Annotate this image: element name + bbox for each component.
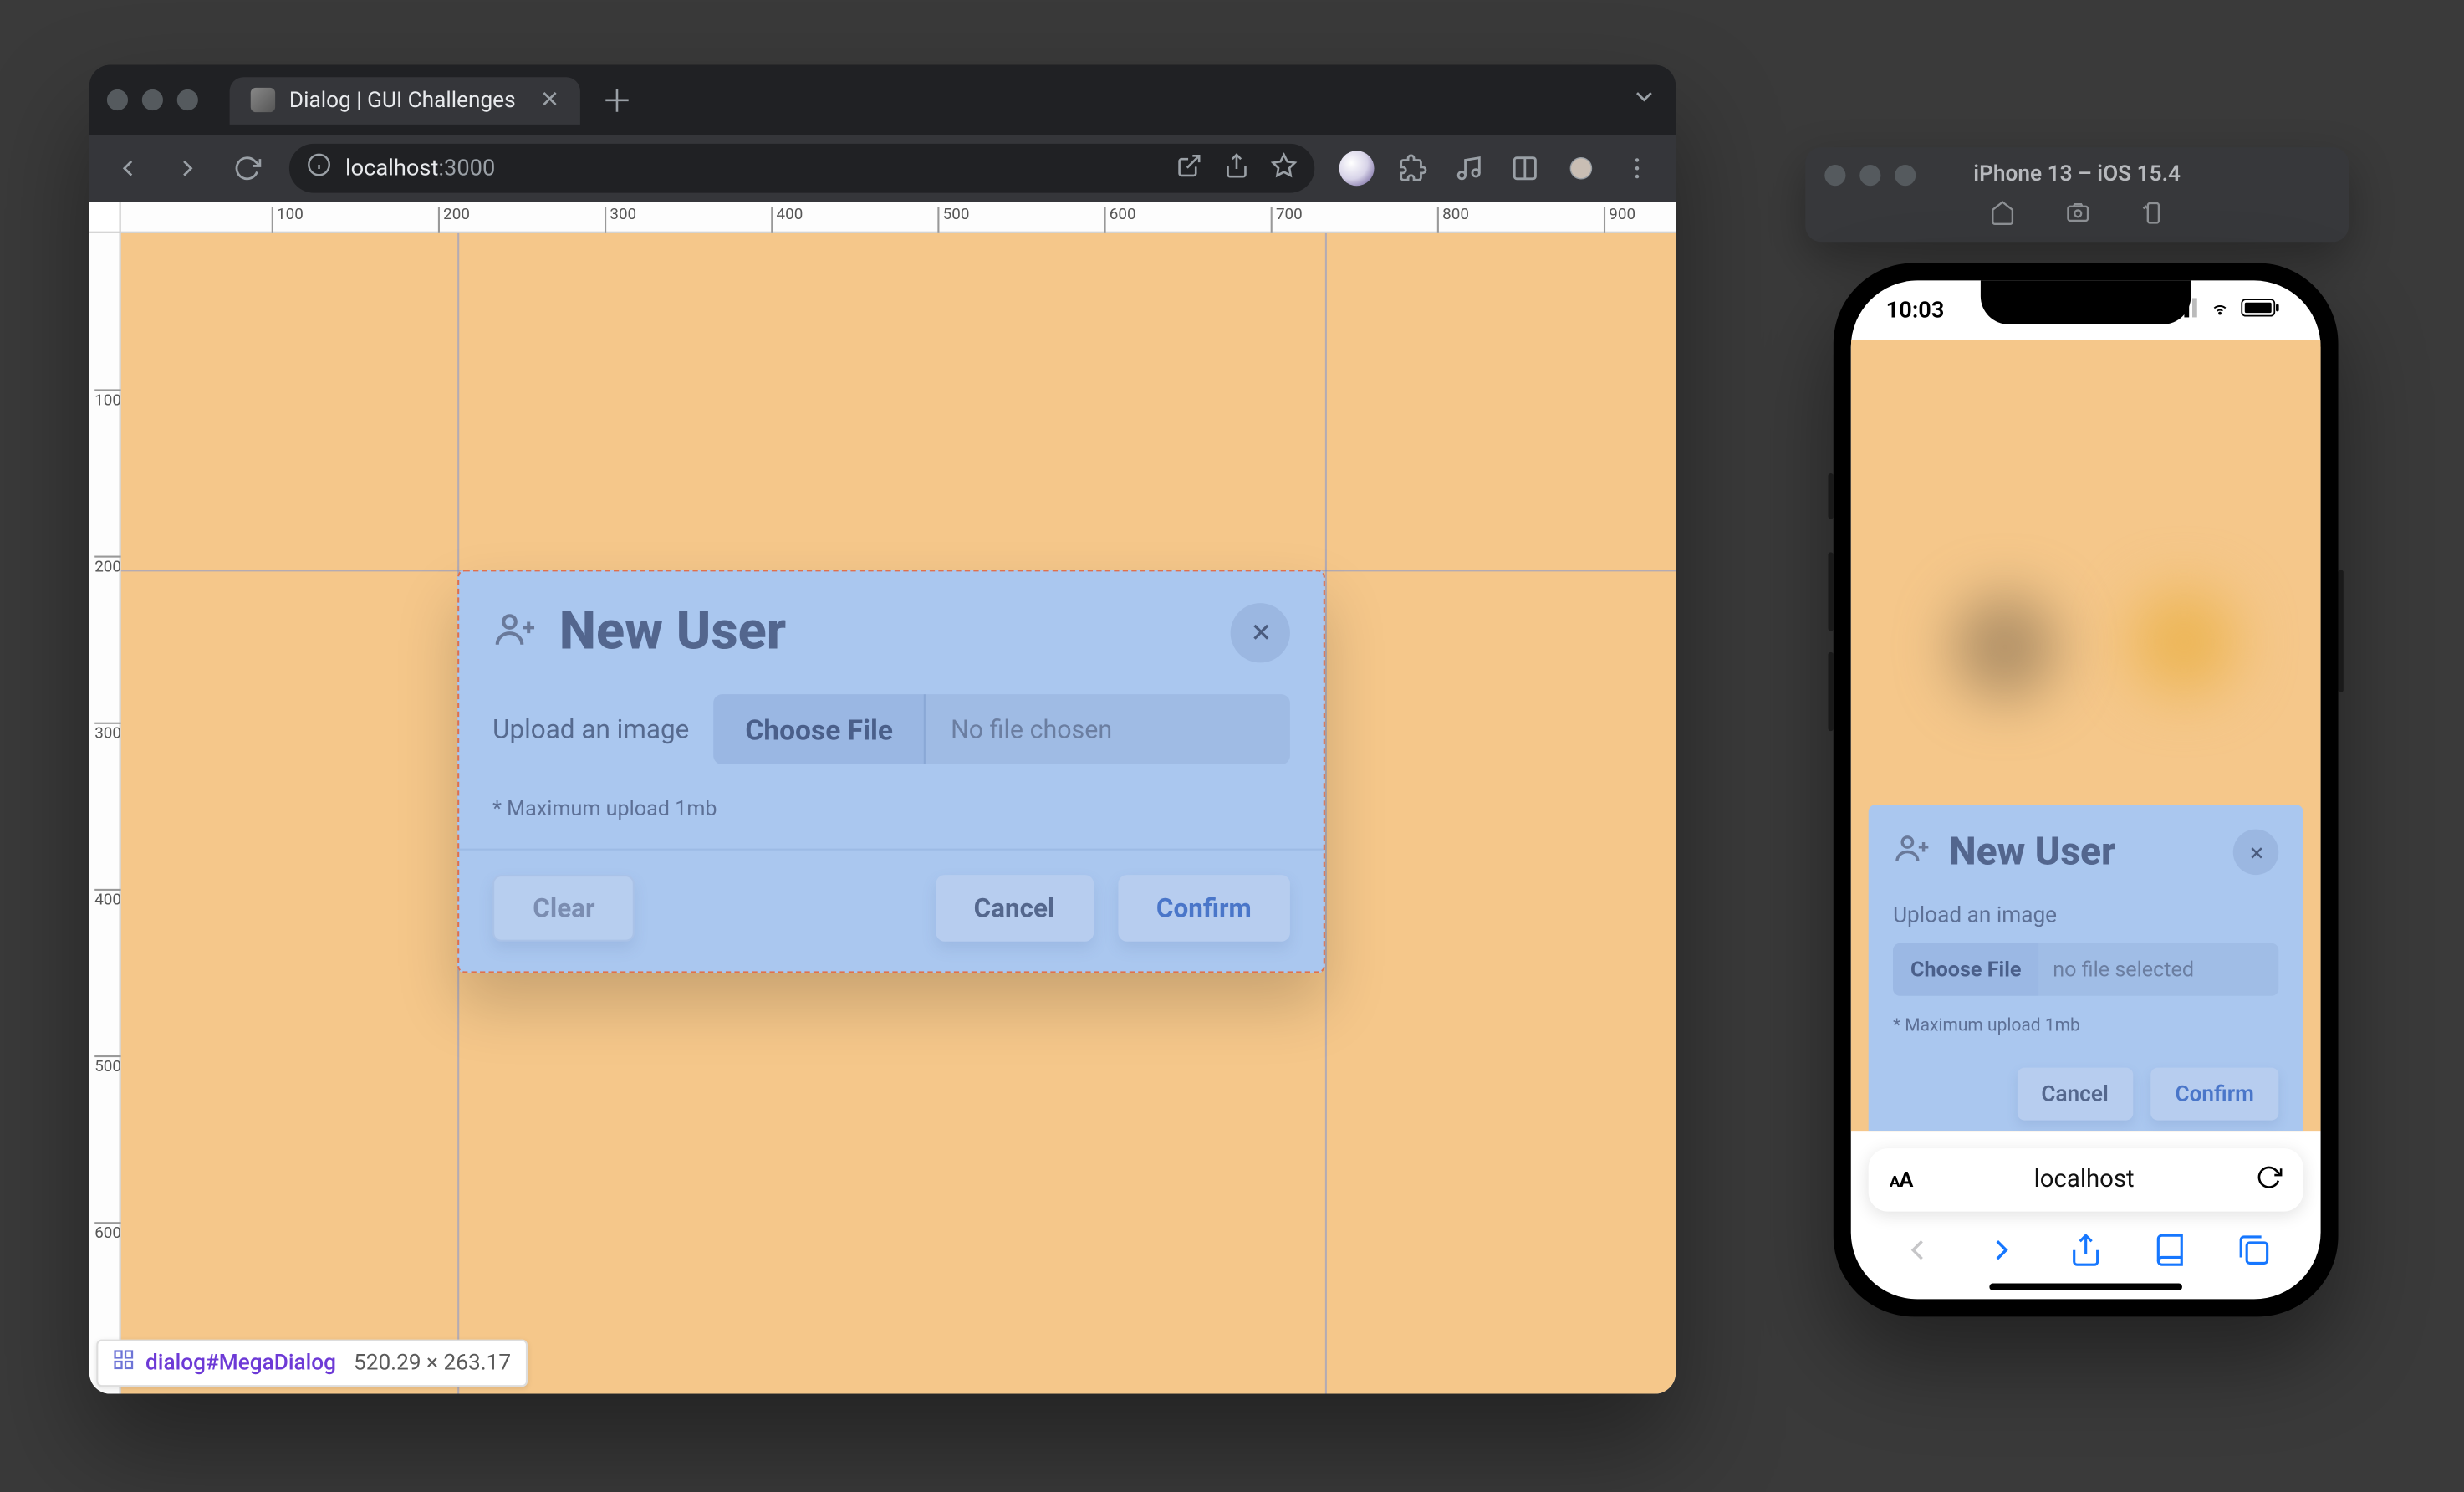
cancel-button[interactable]: Cancel — [935, 875, 1093, 942]
extensions-icon[interactable] — [1388, 144, 1437, 193]
upload-hint: * Maximum upload 1mb — [492, 796, 1290, 820]
battery-icon — [2240, 297, 2282, 323]
selector-text: dialog#MegaDialog — [145, 1350, 336, 1376]
mobile-upload-hint: * Maximum upload 1mb — [1893, 1017, 2278, 1036]
wifi-icon — [2206, 297, 2232, 323]
browser-toolbar: localhost:3000 — [89, 135, 1676, 202]
choose-file-button[interactable]: Choose File — [714, 694, 926, 764]
dialog-close-button[interactable] — [1231, 602, 1290, 662]
power-button[interactable] — [2339, 570, 2344, 692]
file-input[interactable]: Choose File No file chosen — [714, 694, 1290, 764]
traffic-close-icon[interactable] — [107, 89, 128, 110]
safari-tabs-icon[interactable] — [2237, 1233, 2272, 1275]
safari-toolbar — [1851, 1222, 2321, 1285]
safari-bookmarks-icon[interactable] — [2152, 1233, 2187, 1275]
mobile-file-input[interactable]: Choose File no file selected — [1893, 943, 2278, 996]
safari-back-icon[interactable] — [1900, 1233, 1935, 1275]
page-canvas: New User Upload an image Choose File No … — [121, 233, 1676, 1394]
mobile-dialog-title: New User — [1949, 830, 2216, 874]
mobile-dialog-close-button[interactable] — [2233, 830, 2279, 876]
mobile-confirm-button[interactable]: Confirm — [2150, 1068, 2278, 1121]
devtools-element-badge[interactable]: dialog#MegaDialog 520.29 × 263.17 — [96, 1340, 527, 1387]
iphone-screen: 10:03 New User — [1851, 280, 2321, 1299]
window-traffic-lights[interactable] — [107, 89, 198, 110]
sidepanel-icon[interactable] — [1500, 144, 1549, 193]
status-time: 10:03 — [1886, 297, 1945, 323]
volume-up-button[interactable] — [1829, 552, 1834, 631]
reload-button[interactable] — [222, 144, 272, 193]
ruler-vertical[interactable]: 100 200 300 400 500 600 — [89, 202, 121, 1394]
guide-vertical-right[interactable] — [1325, 233, 1327, 1394]
mega-dialog: New User Upload an image Choose File No … — [457, 570, 1325, 973]
tab-title: Dialog | GUI Challenges — [289, 87, 516, 113]
sim-traffic-lights[interactable] — [1824, 165, 1916, 186]
browser-viewport: 100 200 300 400 500 600 700 800 900 100 … — [89, 202, 1676, 1394]
nav-forward-button[interactable] — [163, 144, 212, 193]
safari-share-icon[interactable] — [2069, 1233, 2104, 1275]
browser-tab-active[interactable]: Dialog | GUI Challenges ✕ — [230, 76, 580, 124]
site-info-icon[interactable] — [307, 152, 331, 184]
home-indicator[interactable] — [1989, 1284, 2182, 1290]
user-add-icon — [492, 605, 538, 658]
extension-badge[interactable] — [1332, 144, 1381, 193]
traffic-max-icon[interactable] — [1895, 165, 1916, 186]
file-status-text: No file chosen — [926, 694, 1290, 764]
tab-close-icon[interactable]: ✕ — [540, 87, 559, 113]
traffic-max-icon[interactable] — [177, 89, 198, 110]
favicon-icon — [251, 88, 275, 112]
dimensions-text: 520.29 × 263.17 — [354, 1350, 511, 1376]
tabs-overflow-icon[interactable] — [1630, 83, 1659, 118]
confirm-button[interactable]: Confirm — [1118, 875, 1290, 942]
dialog-body: Upload an image Choose File No file chos… — [457, 687, 1325, 849]
mobile-choose-file-button[interactable]: Choose File — [1893, 943, 2038, 996]
media-icon[interactable] — [1444, 144, 1493, 193]
safari-reload-icon[interactable] — [2256, 1163, 2282, 1197]
sim-rotate-icon[interactable] — [2140, 200, 2166, 233]
ruler-corner — [89, 202, 121, 233]
traffic-close-icon[interactable] — [1824, 165, 1845, 186]
reader-icon[interactable]: AA — [1890, 1168, 1912, 1192]
install-app-icon[interactable] — [1176, 151, 1202, 185]
mobile-page: New User Upload an image Choose File no … — [1851, 340, 2321, 1131]
safari-address-bar[interactable]: AA localhost — [1869, 1148, 2303, 1211]
sim-home-icon[interactable] — [1988, 200, 2014, 233]
nav-back-button[interactable] — [104, 144, 153, 193]
ruler-horizontal[interactable]: 100 200 300 400 500 600 700 800 900 — [89, 202, 1676, 233]
volume-down-button[interactable] — [1829, 652, 1834, 731]
traffic-min-icon[interactable] — [1859, 165, 1880, 186]
new-tab-button[interactable]: ＋ — [598, 77, 636, 123]
mobile-file-status-text: no file selected — [2038, 943, 2278, 996]
iphone-device: 10:03 New User — [1834, 263, 2339, 1316]
grid-icon — [112, 1348, 135, 1378]
dialog-title: New User — [559, 601, 1210, 662]
browser-window: Dialog | GUI Challenges ✕ ＋ localhost:30… — [89, 65, 1676, 1394]
upload-label: Upload an image — [492, 713, 689, 745]
sim-screenshot-icon[interactable] — [2064, 200, 2089, 233]
safari-forward-icon[interactable] — [1984, 1233, 2019, 1275]
mobile-mega-dialog: New User Upload an image Choose File no … — [1869, 805, 2303, 1131]
profile-avatar-icon[interactable] — [1557, 144, 1606, 193]
mobile-cancel-button[interactable]: Cancel — [2017, 1068, 2133, 1121]
bg-blob — [2131, 589, 2237, 694]
bookmark-star-icon[interactable] — [1271, 151, 1297, 185]
overflow-menu-icon[interactable] — [1613, 144, 1662, 193]
bg-blob — [1952, 595, 2058, 700]
notch — [1981, 280, 2191, 324]
dialog-footer: Clear Cancel Confirm — [457, 849, 1325, 973]
traffic-min-icon[interactable] — [142, 89, 163, 110]
share-icon[interactable] — [1223, 151, 1249, 185]
tab-strip: Dialog | GUI Challenges ✕ ＋ — [89, 65, 1676, 135]
simulator-chrome: iPhone 13 – iOS 15.4 — [1805, 147, 2349, 242]
url-text: localhost:3000 — [345, 156, 495, 181]
mute-switch[interactable] — [1829, 473, 1834, 519]
address-bar[interactable]: localhost:3000 — [289, 144, 1314, 193]
safari-host: localhost — [1912, 1166, 2256, 1194]
dialog-header: New User — [457, 570, 1325, 687]
user-add-icon — [1893, 830, 1931, 876]
mobile-upload-label: Upload an image — [1893, 903, 2278, 929]
clear-button[interactable]: Clear — [492, 875, 635, 942]
